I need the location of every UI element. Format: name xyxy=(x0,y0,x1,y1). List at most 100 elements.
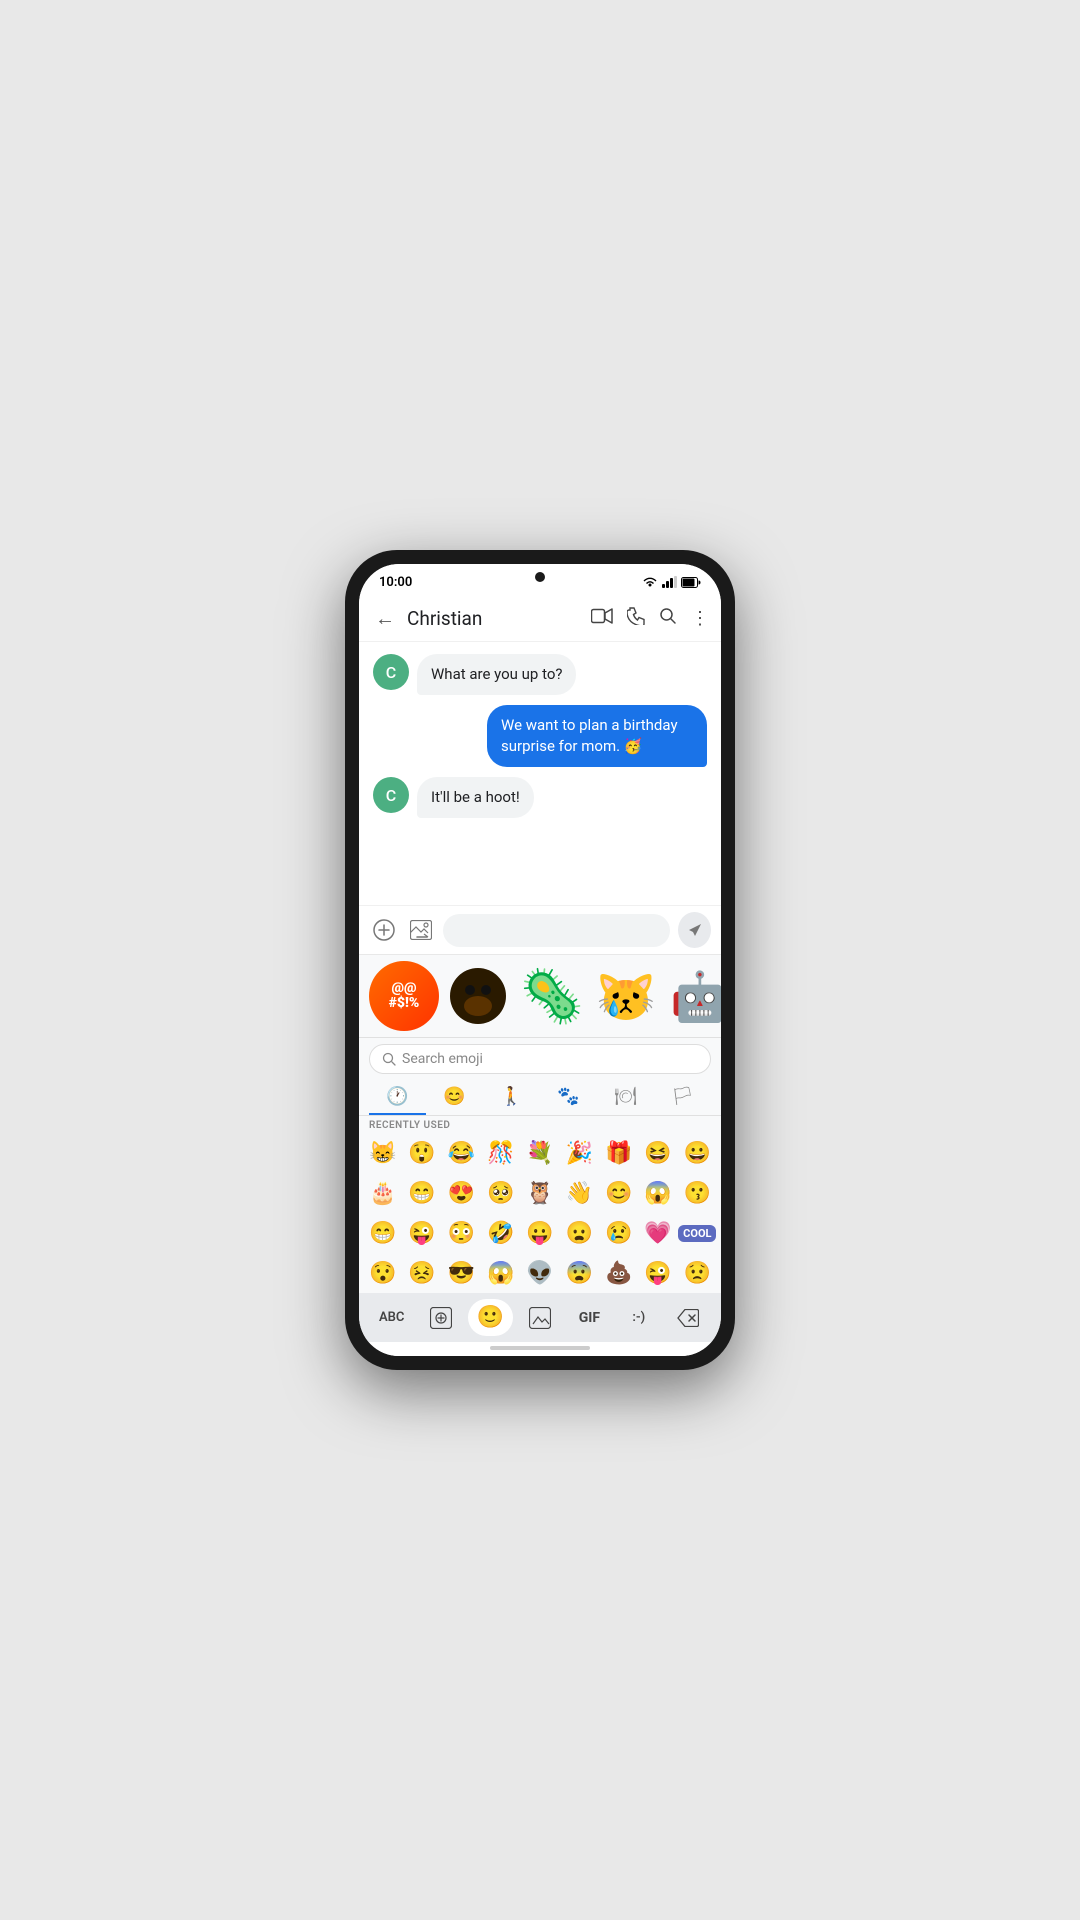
emoji-cell[interactable]: 😜 xyxy=(402,1213,441,1253)
kb-delete-button[interactable] xyxy=(666,1303,711,1333)
emoji-cell[interactable]: 💗 xyxy=(638,1213,677,1253)
emoji-grid-row4: 😯 😣 😎 😱 👽 😨 💩 😜 😟 xyxy=(359,1253,721,1293)
emoji-cell[interactable]: 👋 xyxy=(560,1173,599,1213)
kb-emoticon-button[interactable]: :-) xyxy=(616,1304,661,1331)
sticker-sad[interactable]: 😿 xyxy=(591,961,661,1031)
kb-abc-button[interactable]: ABC xyxy=(369,1304,414,1331)
sticker-germ[interactable]: 🦠 xyxy=(517,961,587,1031)
sticker-face[interactable] xyxy=(443,961,513,1031)
sticker-robot[interactable]: 🤖 xyxy=(665,961,721,1031)
tab-animals[interactable]: 🐾 xyxy=(540,1080,597,1115)
emoji-cell[interactable]: 😆 xyxy=(638,1133,677,1173)
gif-label: GIF xyxy=(579,1310,600,1326)
emoji-cell[interactable]: 😗 xyxy=(678,1173,717,1213)
avatar: C xyxy=(373,777,409,813)
home-indicator xyxy=(359,1342,721,1356)
sticker-text[interactable]: @@#$!% xyxy=(369,961,439,1031)
add-button[interactable] xyxy=(369,914,398,946)
message-bubble: What are you up to? xyxy=(417,654,576,695)
kb-sticker2-button[interactable] xyxy=(517,1301,562,1335)
emoji-grid-row2: 🎂 😁 😍 🥺 🦉 👋 😊 😱 😗 xyxy=(359,1173,721,1213)
emoji-cell[interactable]: 😦 xyxy=(560,1213,599,1253)
signal-icon xyxy=(662,576,677,588)
image-button[interactable] xyxy=(406,914,435,946)
emoji-cell[interactable]: 😲 xyxy=(402,1133,441,1173)
phone-frame: 10:00 xyxy=(345,550,735,1370)
message-row: C What are you up to? xyxy=(373,654,707,695)
abc-label: ABC xyxy=(379,1310,404,1325)
emoji-cell-cool[interactable]: COOL xyxy=(678,1213,717,1253)
cool-badge[interactable]: COOL xyxy=(678,1225,716,1242)
emoji-cell[interactable]: 😍 xyxy=(442,1173,481,1213)
message-bubble: We want to plan a birthday surprise for … xyxy=(487,705,707,767)
tab-people[interactable]: 🚶 xyxy=(483,1080,540,1115)
emoji-grid-row3: 😁 😜 😳 🤣 😛 😦 😢 💗 COOL xyxy=(359,1213,721,1253)
kb-gif-button[interactable]: GIF xyxy=(567,1304,612,1332)
emoji-cell[interactable]: 😎 xyxy=(442,1253,481,1293)
message-input[interactable] xyxy=(443,914,670,947)
emoji-search-placeholder: Search emoji xyxy=(402,1051,483,1067)
kb-sticker-button[interactable] xyxy=(418,1301,463,1335)
chat-area: C What are you up to? We want to plan a … xyxy=(359,642,721,905)
emoji-cell[interactable]: 😀 xyxy=(678,1133,717,1173)
emoji-cell[interactable]: 💐 xyxy=(520,1133,559,1173)
battery-icon xyxy=(681,577,701,588)
tab-recent[interactable]: 🕐 xyxy=(369,1080,426,1115)
emoji-cell[interactable]: 💩 xyxy=(599,1253,638,1293)
kb-emoji-button[interactable]: 🙂 xyxy=(468,1299,513,1336)
emoji-cell[interactable]: 😱 xyxy=(638,1173,677,1213)
emoji-cell[interactable]: 😛 xyxy=(520,1213,559,1253)
emoji-cell[interactable]: 🤣 xyxy=(481,1213,520,1253)
header-actions: ⋮ xyxy=(591,607,709,630)
emoji-cell[interactable]: 😂 xyxy=(442,1133,481,1173)
emoji-cell[interactable]: 🎂 xyxy=(363,1173,402,1213)
emoji-cell[interactable]: 😢 xyxy=(599,1213,638,1253)
emoji-cell[interactable]: 🎉 xyxy=(560,1133,599,1173)
emoji-cell[interactable]: 👽 xyxy=(520,1253,559,1293)
phone-screen: 10:00 xyxy=(359,564,721,1356)
wifi-icon xyxy=(642,576,658,588)
emoji-cell[interactable]: 😱 xyxy=(481,1253,520,1293)
keyboard-bottom-bar: ABC 🙂 GIF :-) xyxy=(359,1293,721,1342)
emoji-cell[interactable]: 🎁 xyxy=(599,1133,638,1173)
more-options-button[interactable]: ⋮ xyxy=(691,608,709,629)
sticker-row: @@#$!% 🦠 😿 🤖 xyxy=(359,954,721,1037)
emoji-cell[interactable]: 😳 xyxy=(442,1213,481,1253)
emoji-cell[interactable]: 😨 xyxy=(560,1253,599,1293)
back-button[interactable]: ← xyxy=(371,602,399,635)
emoji-grid-row1: 😸 😲 😂 🎊 💐 🎉 🎁 😆 😀 xyxy=(359,1133,721,1173)
status-time: 10:00 xyxy=(379,575,412,590)
emoticon-label: :-) xyxy=(632,1310,645,1325)
emoji-cell[interactable]: 😁 xyxy=(402,1173,441,1213)
emoji-cell[interactable]: 😯 xyxy=(363,1253,402,1293)
emoji-cell[interactable]: 😜 xyxy=(638,1253,677,1293)
search-button[interactable] xyxy=(659,607,677,630)
contact-name: Christian xyxy=(407,607,583,630)
emoji-cell[interactable]: 😁 xyxy=(363,1213,402,1253)
tab-flags[interactable]: 🏳 xyxy=(654,1080,711,1115)
tab-smileys[interactable]: 😊 xyxy=(426,1080,483,1115)
emoji-cell[interactable]: 😟 xyxy=(678,1253,717,1293)
tab-food[interactable]: 🍽 xyxy=(597,1080,654,1115)
emoji-section-label: RECENTLY USED xyxy=(359,1116,721,1133)
input-row xyxy=(359,905,721,954)
emoji-cell[interactable]: 🎊 xyxy=(481,1133,520,1173)
emoji-cell[interactable]: 🦉 xyxy=(520,1173,559,1213)
emoji-tabs: 🕐 😊 🚶 🐾 🍽 🏳 xyxy=(359,1080,721,1116)
emoji-cell[interactable]: 😸 xyxy=(363,1133,402,1173)
app-header: ← Christian xyxy=(359,596,721,642)
emoji-cell[interactable]: 😊 xyxy=(599,1173,638,1213)
message-row: We want to plan a birthday surprise for … xyxy=(373,705,707,767)
status-icons xyxy=(642,576,701,588)
emoji-keyboard: Search emoji 🕐 😊 🚶 🐾 🍽 🏳 RECENTLY USED 😸… xyxy=(359,1037,721,1293)
emoji-cell[interactable]: 🥺 xyxy=(481,1173,520,1213)
avatar: C xyxy=(373,654,409,690)
camera-dot xyxy=(535,572,545,582)
message-bubble: It'll be a hoot! xyxy=(417,777,534,818)
phone-call-button[interactable] xyxy=(627,607,645,630)
message-row: C It'll be a hoot! xyxy=(373,777,707,818)
video-call-button[interactable] xyxy=(591,607,613,630)
emoji-cell[interactable]: 😣 xyxy=(402,1253,441,1293)
emoji-search-box[interactable]: Search emoji xyxy=(369,1044,711,1074)
send-button[interactable] xyxy=(678,912,711,948)
